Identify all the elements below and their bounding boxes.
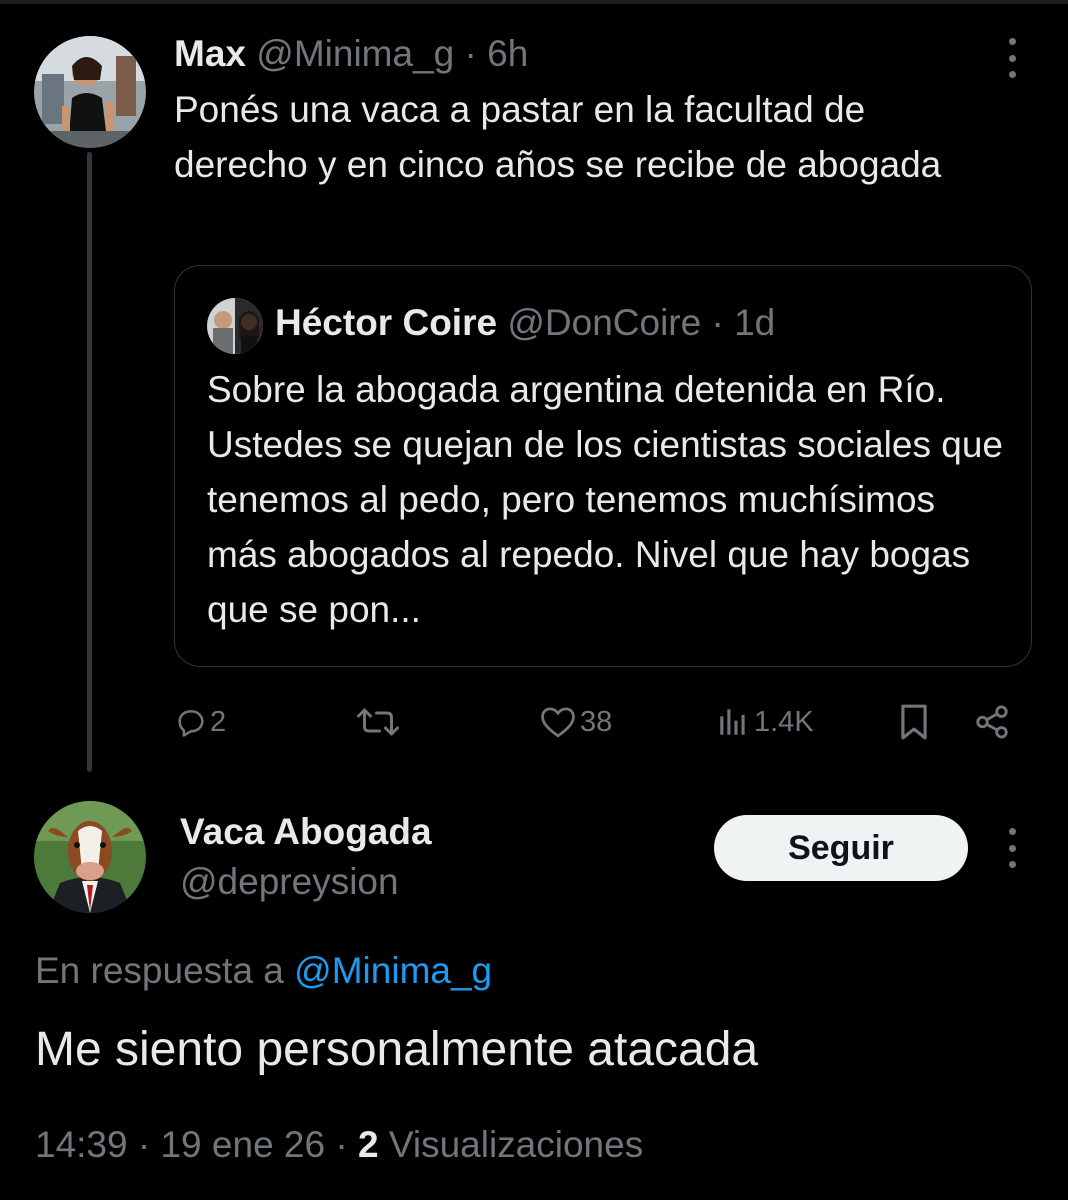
quoted-post-time: 1d: [734, 302, 776, 343]
reply-date[interactable]: 19 ene 26: [160, 1124, 325, 1165]
original-post-text: Ponés una vaca a pastar en la facultad d…: [174, 89, 942, 185]
original-author-handle[interactable]: @Minima_g: [256, 33, 454, 74]
separator-dot: ·: [464, 33, 477, 74]
views-action[interactable]: 1.4K: [716, 700, 814, 744]
quoted-post-text: Sobre la abogada argentina detenida en R…: [207, 369, 1003, 630]
like-count: 38: [580, 705, 613, 738]
thread-connector-line: [87, 152, 92, 772]
reply-author-handle[interactable]: @depreysion: [180, 858, 399, 906]
vaca-abogada-avatar[interactable]: [34, 801, 146, 913]
bookmark-action[interactable]: [897, 700, 931, 744]
in-reply-to: En respuesta a @Minima_g: [35, 946, 492, 996]
bookmark-icon: [901, 704, 927, 740]
retweet-icon: [357, 708, 399, 736]
reply-count: 2: [210, 705, 227, 738]
reply-meta: 14:39 · 19 ene 26 · 2 Visualizaciones: [35, 1124, 644, 1165]
reply-time[interactable]: 14:39: [35, 1124, 128, 1165]
in-reply-prefix: En respuesta a: [35, 950, 295, 991]
original-more-options-icon[interactable]: [1005, 38, 1019, 78]
retweet-action[interactable]: [357, 700, 399, 744]
original-post-time[interactable]: 6h: [487, 33, 528, 74]
reply-more-options-icon[interactable]: [1005, 828, 1019, 868]
original-author-name[interactable]: Max: [174, 33, 246, 74]
top-divider: [0, 0, 1068, 4]
quoted-author-name: Héctor Coire: [275, 302, 498, 343]
like-action[interactable]: 38: [539, 700, 612, 744]
original-post-header: Max @Minima_g · 6h: [174, 30, 528, 78]
composite-photo-icon: [207, 298, 263, 354]
quoted-post-header: Héctor Coire @DonCoire · 1d: [275, 298, 775, 348]
views-chart-icon: [720, 709, 745, 735]
follow-button[interactable]: Seguir: [714, 815, 968, 881]
reply-post-text: Me siento personalmente atacada: [35, 1023, 759, 1076]
heart-icon: [541, 707, 575, 738]
reply-views-count: 2: [357, 1124, 379, 1165]
reply-author-name[interactable]: Vaca Abogada: [180, 808, 432, 856]
hector-avatar: [207, 298, 263, 354]
reply-action[interactable]: 2: [174, 700, 226, 744]
quoted-author-handle: @DonCoire: [507, 302, 702, 343]
comment-icon: [178, 710, 204, 737]
share-action[interactable]: [973, 700, 1011, 744]
views-count: 1.4K: [754, 705, 814, 738]
reply-views-label: Visualizaciones: [388, 1124, 644, 1165]
cow-in-suit-icon: [34, 801, 146, 913]
in-reply-handle-link[interactable]: @Minima_g: [294, 950, 492, 991]
woman-photo-icon: [34, 36, 146, 148]
separator-dot: ·: [711, 302, 724, 343]
share-icon: [976, 705, 1008, 739]
max-avatar[interactable]: [34, 36, 146, 148]
quoted-post-card[interactable]: Héctor Coire @DonCoire · 1d Sobre la abo…: [174, 265, 1032, 667]
